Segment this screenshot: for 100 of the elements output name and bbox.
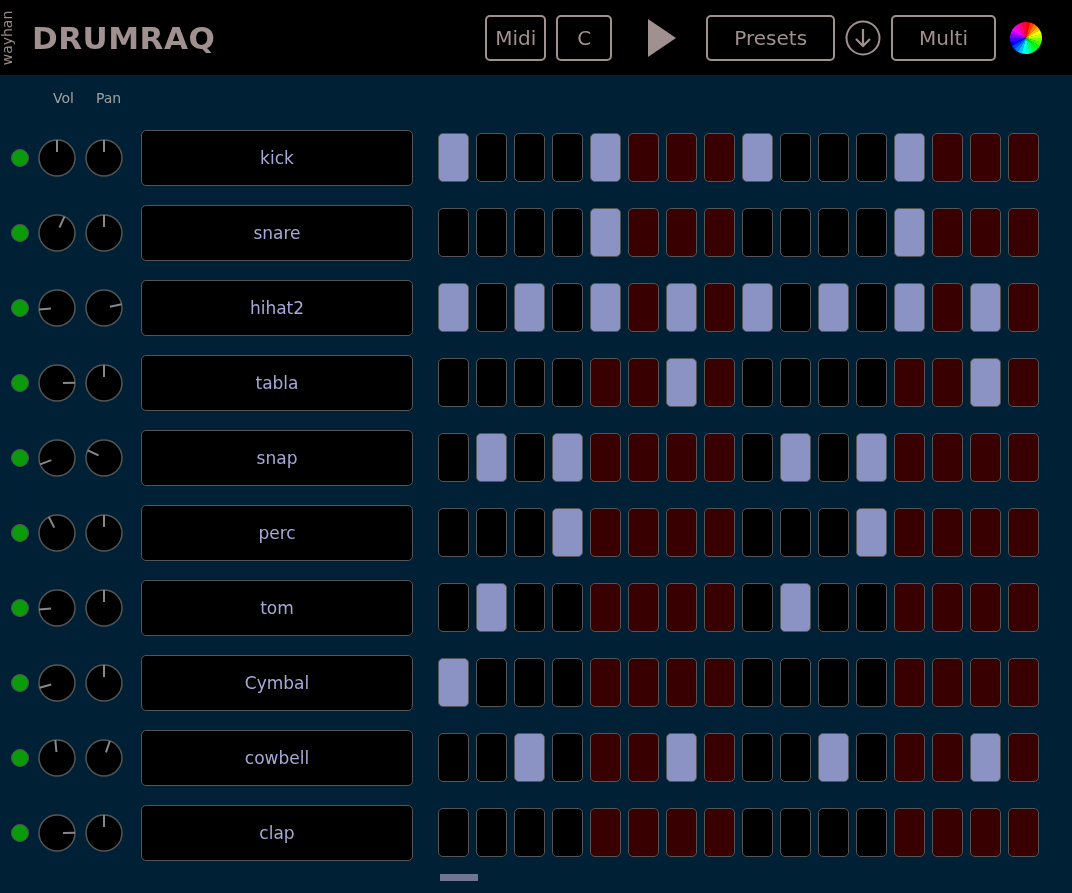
step-pad[interactable]: [894, 133, 925, 182]
step-pad[interactable]: [818, 658, 849, 707]
step-pad[interactable]: [1008, 208, 1039, 257]
step-pad[interactable]: [970, 283, 1001, 332]
pan-knob[interactable]: [85, 738, 123, 777]
step-pad[interactable]: [704, 433, 735, 482]
track-led[interactable]: [11, 523, 29, 542]
step-pad[interactable]: [552, 808, 583, 857]
step-pad[interactable]: [856, 583, 887, 632]
step-pad[interactable]: [894, 508, 925, 557]
step-pad[interactable]: [590, 733, 621, 782]
track-led[interactable]: [11, 748, 29, 767]
step-pad[interactable]: [438, 283, 469, 332]
track-name[interactable]: Cymbal: [141, 654, 413, 711]
step-pad[interactable]: [932, 283, 963, 332]
step-pad[interactable]: [818, 583, 849, 632]
step-pad[interactable]: [970, 208, 1001, 257]
step-pad[interactable]: [628, 733, 659, 782]
step-pad[interactable]: [590, 358, 621, 407]
step-pad[interactable]: [476, 358, 507, 407]
step-pad[interactable]: [856, 283, 887, 332]
step-pad[interactable]: [894, 658, 925, 707]
volume-knob[interactable]: [38, 588, 76, 627]
step-pad[interactable]: [970, 433, 1001, 482]
step-pad[interactable]: [666, 508, 697, 557]
step-pad[interactable]: [970, 508, 1001, 557]
pan-knob[interactable]: [85, 438, 123, 477]
step-pad[interactable]: [476, 433, 507, 482]
step-pad[interactable]: [818, 358, 849, 407]
pan-knob[interactable]: [85, 663, 123, 702]
step-pad[interactable]: [856, 133, 887, 182]
pan-knob[interactable]: [85, 813, 123, 852]
step-pad[interactable]: [628, 283, 659, 332]
step-pad[interactable]: [590, 433, 621, 482]
step-pad[interactable]: [894, 433, 925, 482]
step-pad[interactable]: [780, 358, 811, 407]
step-pad[interactable]: [666, 433, 697, 482]
step-pad[interactable]: [704, 583, 735, 632]
step-pad[interactable]: [666, 283, 697, 332]
step-pad[interactable]: [476, 733, 507, 782]
step-pad[interactable]: [780, 583, 811, 632]
step-pad[interactable]: [628, 133, 659, 182]
step-pad[interactable]: [628, 358, 659, 407]
step-pad[interactable]: [590, 658, 621, 707]
step-pad[interactable]: [590, 208, 621, 257]
volume-knob[interactable]: [38, 288, 76, 327]
step-pad[interactable]: [514, 433, 545, 482]
step-pad[interactable]: [666, 733, 697, 782]
track-led[interactable]: [11, 823, 29, 842]
step-pad[interactable]: [932, 733, 963, 782]
step-pad[interactable]: [704, 808, 735, 857]
step-pad[interactable]: [970, 358, 1001, 407]
volume-knob[interactable]: [38, 513, 76, 552]
volume-knob[interactable]: [38, 663, 76, 702]
step-pad[interactable]: [628, 433, 659, 482]
step-pad[interactable]: [666, 358, 697, 407]
step-pad[interactable]: [894, 808, 925, 857]
step-pad[interactable]: [628, 658, 659, 707]
pan-knob[interactable]: [85, 588, 123, 627]
step-pad[interactable]: [514, 508, 545, 557]
volume-knob[interactable]: [38, 138, 76, 177]
step-pad[interactable]: [780, 508, 811, 557]
track-name[interactable]: snap: [141, 429, 413, 486]
step-pad[interactable]: [438, 583, 469, 632]
step-pad[interactable]: [742, 358, 773, 407]
step-pad[interactable]: [742, 433, 773, 482]
volume-knob[interactable]: [38, 813, 76, 852]
step-pad[interactable]: [590, 508, 621, 557]
track-led[interactable]: [11, 673, 29, 692]
volume-knob[interactable]: [38, 213, 76, 252]
step-pad[interactable]: [666, 808, 697, 857]
step-pad[interactable]: [476, 658, 507, 707]
step-pad[interactable]: [552, 733, 583, 782]
step-pad[interactable]: [818, 508, 849, 557]
step-pad[interactable]: [932, 358, 963, 407]
volume-knob[interactable]: [38, 438, 76, 477]
step-pad[interactable]: [514, 658, 545, 707]
step-pad[interactable]: [476, 133, 507, 182]
step-pad[interactable]: [856, 733, 887, 782]
pan-knob[interactable]: [85, 363, 123, 402]
step-pad[interactable]: [856, 208, 887, 257]
track-led[interactable]: [11, 148, 29, 167]
step-pad[interactable]: [476, 583, 507, 632]
pan-knob[interactable]: [85, 513, 123, 552]
step-pad[interactable]: [514, 808, 545, 857]
step-pad[interactable]: [894, 733, 925, 782]
step-pad[interactable]: [628, 208, 659, 257]
pan-knob[interactable]: [85, 213, 123, 252]
step-pad[interactable]: [552, 508, 583, 557]
step-pad[interactable]: [666, 658, 697, 707]
step-pad[interactable]: [742, 658, 773, 707]
step-pad[interactable]: [932, 658, 963, 707]
header-button[interactable]: C: [556, 14, 613, 61]
step-pad[interactable]: [856, 508, 887, 557]
step-pad[interactable]: [856, 658, 887, 707]
step-pad[interactable]: [552, 358, 583, 407]
step-pad[interactable]: [970, 733, 1001, 782]
step-pad[interactable]: [590, 133, 621, 182]
step-pad[interactable]: [514, 283, 545, 332]
step-pad[interactable]: [742, 508, 773, 557]
